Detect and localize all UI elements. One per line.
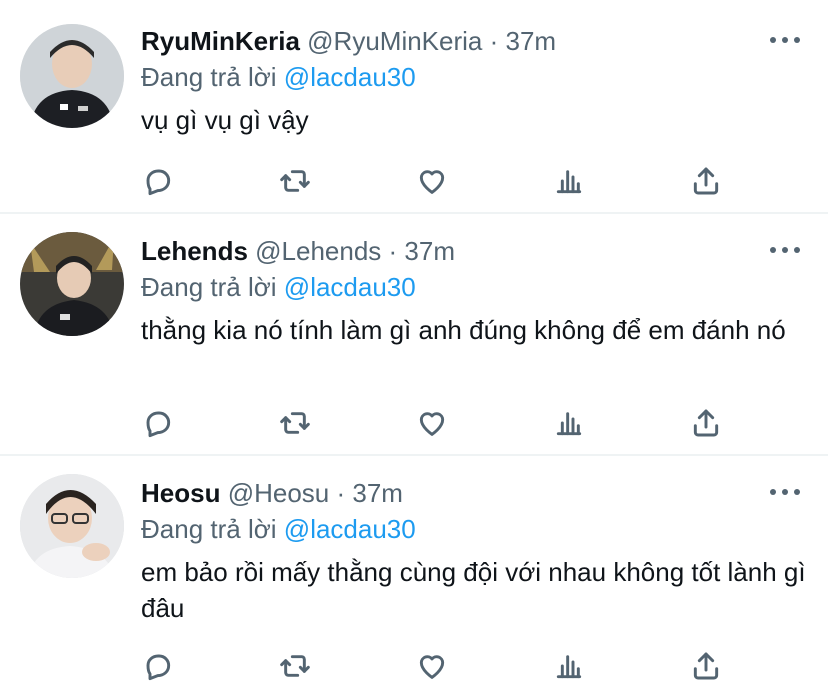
share-icon xyxy=(693,652,719,680)
handle[interactable]: @Heosu xyxy=(228,478,330,508)
display-name[interactable]: Lehends xyxy=(141,236,248,266)
tweet-text: em bảo rồi mấy thằng cùng đội với nhau k… xyxy=(141,557,806,623)
comment-icon xyxy=(146,411,171,438)
retweet-icon xyxy=(280,412,310,434)
divider xyxy=(0,454,828,456)
more-options-icon[interactable] xyxy=(770,244,800,256)
reply-button[interactable] xyxy=(140,163,176,199)
replying-to: Đang trả lời @lacdau30 xyxy=(141,60,416,94)
reply-button[interactable] xyxy=(140,405,176,441)
tweet[interactable]: Heosu @Heosu · 37m Đang trả lời @lacdau3… xyxy=(0,472,828,696)
avatar[interactable] xyxy=(20,24,124,128)
mention-link[interactable]: @lacdau30 xyxy=(284,272,416,302)
more-options-icon[interactable] xyxy=(770,486,800,498)
replying-to: Đang trả lời @lacdau30 xyxy=(141,512,416,546)
tweet-text: thằng kia nó tính làm gì anh đúng không … xyxy=(141,315,786,345)
analytics-icon xyxy=(556,412,582,436)
share-button[interactable] xyxy=(688,163,724,199)
avatar-photo xyxy=(20,24,124,128)
display-name[interactable]: RyuMinKeria xyxy=(141,26,300,56)
tweet-header: RyuMinKeria @RyuMinKeria · 37m xyxy=(141,24,556,58)
action-bar xyxy=(140,405,740,441)
like-button[interactable] xyxy=(414,648,450,684)
heart-icon xyxy=(419,655,445,679)
retweet-button[interactable] xyxy=(277,648,313,684)
replying-to: Đang trả lời @lacdau30 xyxy=(141,270,416,304)
heart-icon xyxy=(419,170,445,194)
comment-icon xyxy=(146,654,171,681)
analytics-icon xyxy=(556,170,582,194)
reply-prefix: Đang trả lời xyxy=(141,514,277,544)
divider xyxy=(0,212,828,214)
retweet-button[interactable] xyxy=(277,405,313,441)
mention-link[interactable]: @lacdau30 xyxy=(284,514,416,544)
timestamp[interactable]: · 37m xyxy=(490,26,556,56)
reply-button[interactable] xyxy=(140,648,176,684)
tweet-header: Heosu @Heosu · 37m xyxy=(141,476,403,510)
handle[interactable]: @Lehends xyxy=(255,236,381,266)
comment-icon xyxy=(146,169,171,196)
retweet-icon xyxy=(280,170,310,192)
handle[interactable]: @RyuMinKeria xyxy=(307,26,482,56)
retweet-icon xyxy=(280,655,310,677)
tweet-header: Lehends @Lehends · 37m xyxy=(141,234,455,268)
tweet[interactable]: Lehends @Lehends · 37m Đang trả lời @lac… xyxy=(0,230,828,450)
avatar[interactable] xyxy=(20,232,124,336)
analytics-button[interactable] xyxy=(551,648,587,684)
tweet[interactable]: RyuMinKeria @RyuMinKeria · 37m Đang trả … xyxy=(0,20,828,210)
reply-prefix: Đang trả lời xyxy=(141,62,277,92)
mention-link[interactable]: @lacdau30 xyxy=(284,62,416,92)
avatar-photo xyxy=(20,232,124,336)
analytics-icon xyxy=(556,655,582,679)
more-options-icon[interactable] xyxy=(770,34,800,46)
display-name[interactable]: Heosu xyxy=(141,478,220,508)
retweet-button[interactable] xyxy=(277,163,313,199)
timestamp[interactable]: · 37m xyxy=(337,478,403,508)
share-icon xyxy=(693,409,719,437)
analytics-button[interactable] xyxy=(551,405,587,441)
timestamp[interactable]: · 37m xyxy=(389,236,455,266)
avatar-photo xyxy=(20,474,124,578)
reply-prefix: Đang trả lời xyxy=(141,272,277,302)
tweet-text: vụ gì vụ gì vậy xyxy=(141,105,309,135)
share-button[interactable] xyxy=(688,405,724,441)
share-button[interactable] xyxy=(688,648,724,684)
action-bar xyxy=(140,163,740,199)
heart-icon xyxy=(419,412,445,436)
avatar[interactable] xyxy=(20,474,124,578)
like-button[interactable] xyxy=(414,163,450,199)
action-bar xyxy=(140,648,740,684)
analytics-button[interactable] xyxy=(551,163,587,199)
like-button[interactable] xyxy=(414,405,450,441)
share-icon xyxy=(693,167,719,195)
